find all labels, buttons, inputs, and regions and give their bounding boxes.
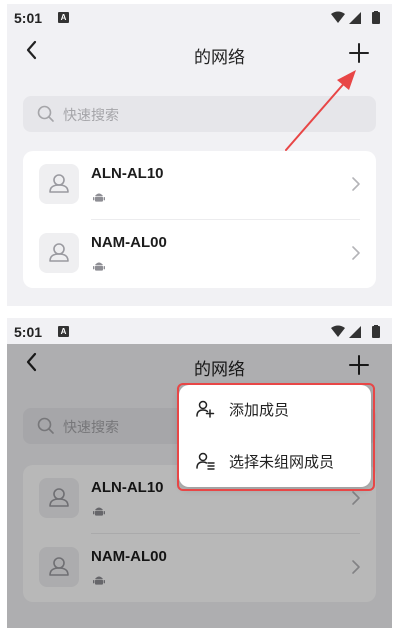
highlight-box (177, 383, 375, 491)
screen-bottom: 5:01 A 的网络 快速搜索 ALN-AL10 NAM-AL00 添加成员 选… (7, 318, 392, 628)
system-icons (331, 325, 380, 338)
person-icon (49, 243, 69, 262)
device-name: NAM-AL00 (91, 234, 167, 251)
search-input[interactable]: 快速搜索 (23, 96, 376, 132)
chevron-right-icon (352, 177, 360, 191)
status-time: 5:01 (14, 10, 43, 26)
status-bar: 5:01 A (7, 4, 392, 30)
android-icon (93, 193, 105, 202)
status-time: 5:01 (14, 324, 43, 340)
add-icon[interactable] (348, 42, 370, 64)
list-item[interactable]: ALN-AL10 (23, 151, 376, 219)
search-placeholder: 快速搜索 (63, 107, 119, 123)
nav-bar: 的网络 (7, 34, 392, 74)
system-icons (331, 11, 380, 24)
chevron-right-icon (352, 246, 360, 260)
avatar (39, 233, 79, 273)
avatar (39, 164, 79, 204)
android-icon (93, 262, 105, 271)
device-list: ALN-AL10 NAM-AL00 (23, 151, 376, 288)
search-icon (37, 105, 54, 122)
device-name: ALN-AL10 (91, 165, 164, 182)
screen-top: 5:01 A 的网络 快速搜索 ALN-AL10 NAM-AL00 (7, 4, 392, 306)
list-item[interactable]: NAM-AL00 (23, 220, 376, 288)
page-title: 的网络 (194, 48, 245, 67)
notification-icon: A (58, 12, 69, 23)
person-icon (49, 174, 69, 193)
status-bar: 5:01 A (7, 318, 392, 344)
notification-icon: A (58, 326, 69, 337)
